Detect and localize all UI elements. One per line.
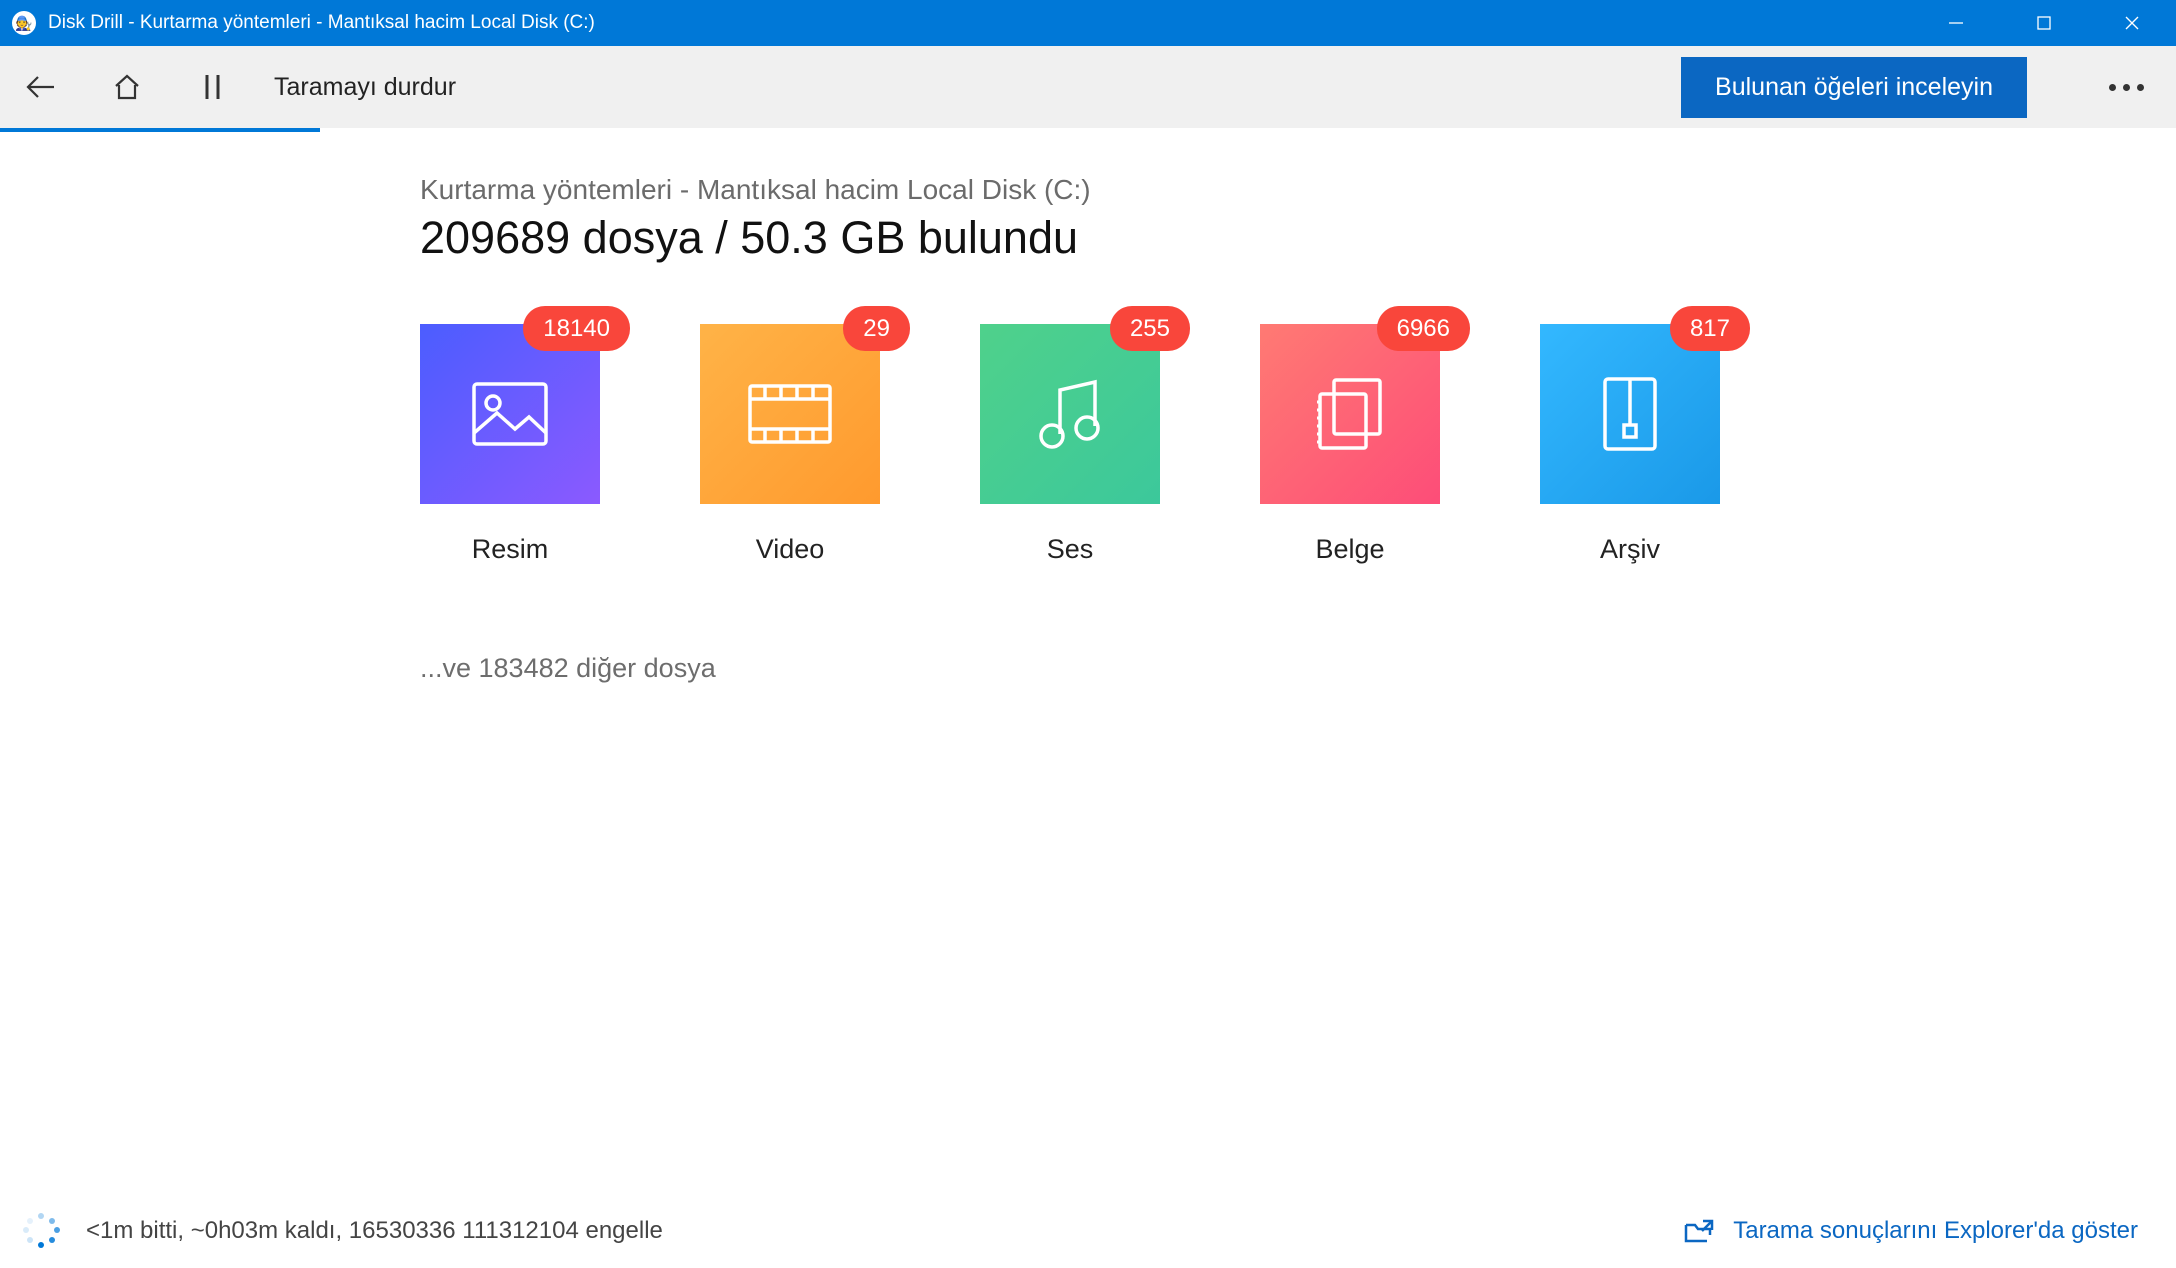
card-video[interactable]: 29 Video (700, 324, 880, 565)
breadcrumb: Kurtarma yöntemleri - Mantıksal hacim Lo… (420, 174, 2176, 206)
window-controls (1912, 0, 2176, 46)
scan-progress-bar (0, 128, 320, 132)
window-title: Disk Drill - Kurtarma yöntemleri - Mantı… (48, 12, 1912, 34)
minimize-button[interactable] (1912, 0, 2000, 46)
video-count-badge: 29 (843, 306, 910, 351)
close-button[interactable] (2088, 0, 2176, 46)
document-icon (1314, 376, 1386, 452)
image-label: Resim (472, 534, 549, 565)
open-folder-icon (1683, 1217, 1715, 1245)
document-tile: 6966 (1260, 324, 1440, 504)
picture-icon (471, 381, 549, 447)
card-audio[interactable]: 255 Ses (980, 324, 1160, 565)
archive-tile: 817 (1540, 324, 1720, 504)
document-count-badge: 6966 (1377, 306, 1470, 351)
document-label: Belge (1315, 534, 1384, 565)
explorer-link-text: Tarama sonuçlarını Explorer'da göster (1733, 1217, 2138, 1245)
image-count-badge: 18140 (523, 306, 630, 351)
music-icon (1035, 376, 1105, 452)
pause-button[interactable] (190, 64, 236, 110)
status-text: <1m bitti, ~0h03m kaldı, 16530336 111312… (86, 1217, 1683, 1245)
film-icon (747, 383, 833, 445)
audio-count-badge: 255 (1110, 306, 1190, 351)
archive-count-badge: 817 (1670, 306, 1750, 351)
maximize-button[interactable] (2000, 0, 2088, 46)
toolbar: Taramayı durdur Bulunan öğeleri inceleyi… (0, 46, 2176, 128)
home-button[interactable] (104, 64, 150, 110)
review-found-items-button[interactable]: Bulunan öğeleri inceleyin (1681, 57, 2027, 118)
summary-heading: 209689 dosya / 50.3 GB bulundu (420, 212, 2176, 264)
audio-tile: 255 (980, 324, 1160, 504)
show-in-explorer-link[interactable]: Tarama sonuçlarını Explorer'da göster (1683, 1217, 2138, 1245)
app-icon: 🧑‍🔧 (12, 11, 36, 35)
image-tile: 18140 (420, 324, 600, 504)
stop-scan-button[interactable]: Taramayı durdur (274, 73, 456, 102)
audio-label: Ses (1047, 534, 1094, 565)
more-menu-button[interactable] (2099, 74, 2154, 101)
back-button[interactable] (18, 64, 64, 110)
card-archive[interactable]: 817 Arşiv (1540, 324, 1720, 565)
content-area: Kurtarma yöntemleri - Mantıksal hacim Lo… (0, 128, 2176, 1194)
card-image[interactable]: 18140 Resim (420, 324, 600, 565)
other-files-text: ...ve 183482 diğer dosya (420, 653, 2176, 684)
card-document[interactable]: 6966 Belge (1260, 324, 1440, 565)
archive-label: Arşiv (1600, 534, 1660, 565)
video-tile: 29 (700, 324, 880, 504)
statusbar: <1m bitti, ~0h03m kaldı, 16530336 111312… (0, 1194, 2176, 1268)
archive-icon (1600, 375, 1660, 453)
titlebar: 🧑‍🔧 Disk Drill - Kurtarma yöntemleri - M… (0, 0, 2176, 46)
category-cards: 18140 Resim 29 Video 255 Ses 6966 (420, 324, 2176, 565)
video-label: Video (756, 534, 825, 565)
loading-spinner-icon (24, 1213, 60, 1249)
